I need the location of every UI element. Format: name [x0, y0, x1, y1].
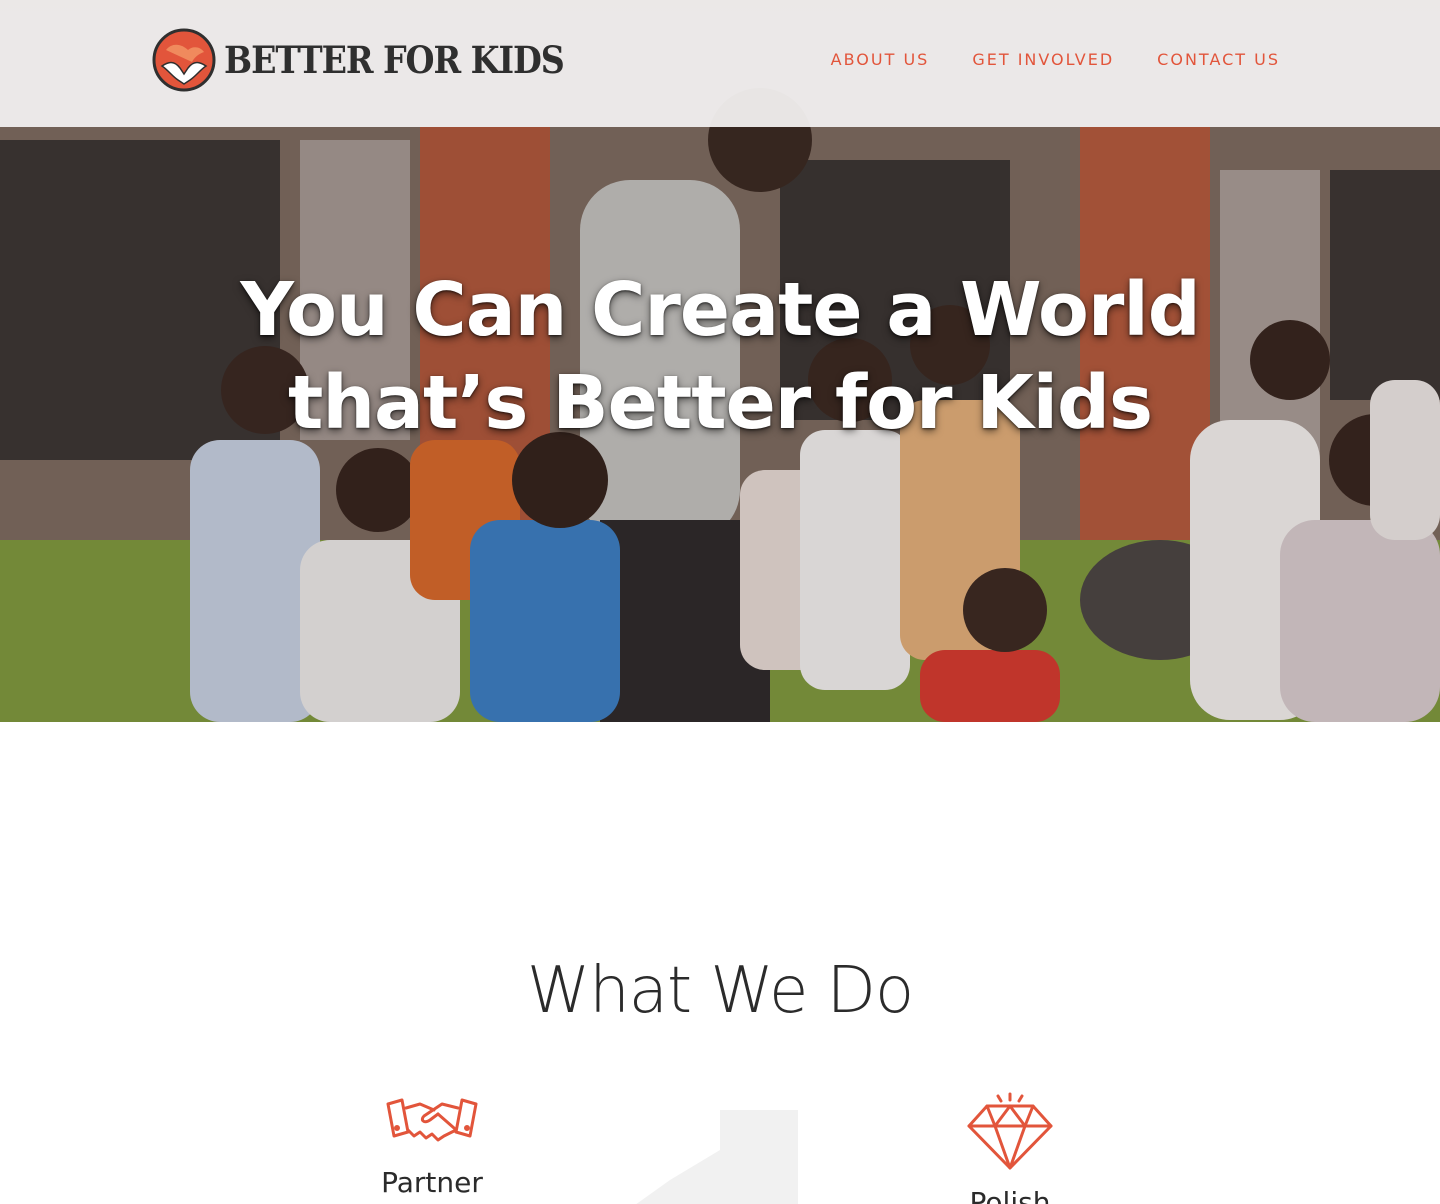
section-title: What We Do	[526, 954, 914, 1028]
nav-contact-us[interactable]: CONTACT US	[1157, 50, 1280, 69]
feature-polish-label: Polish	[969, 1186, 1051, 1204]
what-we-do-section: What We Do Partner Polish	[0, 722, 1440, 1204]
nav-get-involved[interactable]: GET INVOLVED	[972, 50, 1114, 69]
feature-partner: Partner	[332, 1092, 532, 1199]
feature-polish: Polish	[910, 1092, 1110, 1204]
feature-partner-label: Partner	[381, 1166, 483, 1199]
brand-name: BETTER FOR KIDS	[224, 38, 565, 82]
site-header: BETTER FOR KIDS ABOUT US GET INVOLVED CO…	[0, 0, 1440, 127]
logo-link[interactable]: BETTER FOR KIDS	[152, 28, 601, 92]
hero-headline-text: You Can Create a World that’s Better for…	[0, 264, 1440, 450]
nav-about-us[interactable]: ABOUT US	[831, 50, 930, 69]
background-number-1	[636, 1110, 798, 1204]
diamond-icon	[967, 1092, 1053, 1170]
hero-headline-line-2: that’s Better for Kids	[287, 360, 1153, 446]
hero-headline-line-1: You Can Create a World	[240, 267, 1200, 353]
handshake-icon	[386, 1098, 478, 1142]
hero-headline: You Can Create a World that’s Better for…	[0, 264, 1440, 450]
main-nav: ABOUT US GET INVOLVED CONTACT US	[831, 50, 1280, 69]
hands-globe-icon	[152, 28, 216, 92]
